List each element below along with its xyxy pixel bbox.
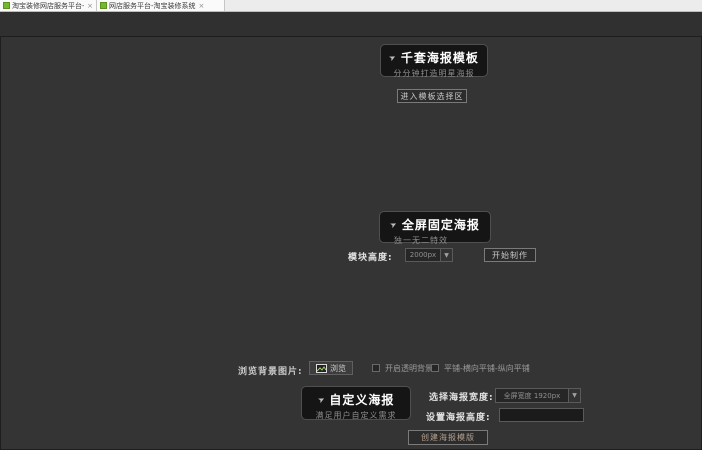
cursor-arrow-icon: ➤ xyxy=(387,52,398,64)
poster-height-label: 设置海报高度: xyxy=(426,410,491,423)
chevron-down-icon[interactable]: ▼ xyxy=(440,249,452,261)
cursor-arrow-icon: ➤ xyxy=(316,394,327,406)
section-poster-templates: ➤ 千套海报模板 分分钟打造明星海报 进入模板选择区 xyxy=(0,36,702,210)
section-fullscreen-poster: ➤ 全屏固定海报 独一无二特效 模块高度: 2000px ▼ 开始制作 xyxy=(0,209,702,263)
fullscreen-poster-title: 全屏固定海报 xyxy=(402,216,480,233)
fullscreen-poster-subtitle: 独一无二特效 xyxy=(380,235,490,246)
poster-templates-title: 千套海报模板 xyxy=(401,49,479,66)
custom-poster-banner: ➤ 自定义海报 满足用户自定义需求 xyxy=(301,386,411,420)
page-top-strip xyxy=(0,12,702,36)
site-favicon xyxy=(100,2,107,9)
custom-poster-title: 自定义海报 xyxy=(329,391,394,408)
create-poster-template-button[interactable]: 创建海报模版 xyxy=(408,430,488,445)
chevron-down-icon[interactable]: ▼ xyxy=(568,389,580,402)
poster-height-input[interactable] xyxy=(499,408,584,422)
custom-poster-subtitle: 满足用户自定义需求 xyxy=(302,410,410,421)
browser-tab-bar: 淘宝装修网店服务平台-后台 × 网店服务平台-淘宝装修系统 × xyxy=(0,0,702,12)
poster-width-dropdown[interactable]: 全屏宽度 1920px ▼ xyxy=(495,388,581,403)
module-height-dropdown[interactable]: 2000px ▼ xyxy=(405,248,453,262)
module-height-value: 2000px xyxy=(406,249,440,261)
image-icon xyxy=(316,364,327,373)
browse-background-label: 浏览背景图片: xyxy=(238,364,303,377)
tile-mode-checkbox[interactable] xyxy=(431,364,439,372)
browse-button-label: 浏览 xyxy=(330,363,346,374)
site-favicon xyxy=(3,2,10,9)
browser-tab-decoration-system[interactable]: 网店服务平台-淘宝装修系统 × xyxy=(97,0,225,11)
tab-title: 淘宝装修网店服务平台-后台 xyxy=(12,1,84,11)
tab-title: 网店服务平台-淘宝装修系统 xyxy=(109,1,196,11)
poster-width-value: 全屏宽度 1920px xyxy=(496,389,568,402)
cursor-arrow-icon: ➤ xyxy=(388,219,399,231)
poster-templates-subtitle: 分分钟打造明星海报 xyxy=(381,68,487,79)
tile-mode-label: 平铺-横向平铺-纵向平铺 xyxy=(444,363,530,374)
poster-width-label: 选择海报宽度: xyxy=(429,390,494,403)
start-making-button[interactable]: 开始制作 xyxy=(484,248,536,262)
tab-close-icon[interactable]: × xyxy=(199,2,205,10)
transparent-bg-checkbox[interactable] xyxy=(372,364,380,372)
tab-close-icon[interactable]: × xyxy=(87,2,93,10)
section-custom-poster: 浏览背景图片: 浏览 开启透明背景 平铺-横向平铺-纵向平铺 ➤ 自定义海报 满… xyxy=(0,262,702,450)
app-window: 淘宝装修网店服务平台-后台 × 网店服务平台-淘宝装修系统 × ➤ 千套海报模板… xyxy=(0,0,702,450)
transparent-bg-label: 开启透明背景 xyxy=(385,363,433,374)
poster-templates-banner: ➤ 千套海报模板 分分钟打造明星海报 xyxy=(380,44,488,77)
browse-button[interactable]: 浏览 xyxy=(309,361,353,375)
enter-template-zone-button[interactable]: 进入模板选择区 xyxy=(397,89,467,103)
fullscreen-poster-banner: ➤ 全屏固定海报 独一无二特效 xyxy=(379,211,491,243)
browser-tab-backend[interactable]: 淘宝装修网店服务平台-后台 × xyxy=(0,0,97,11)
